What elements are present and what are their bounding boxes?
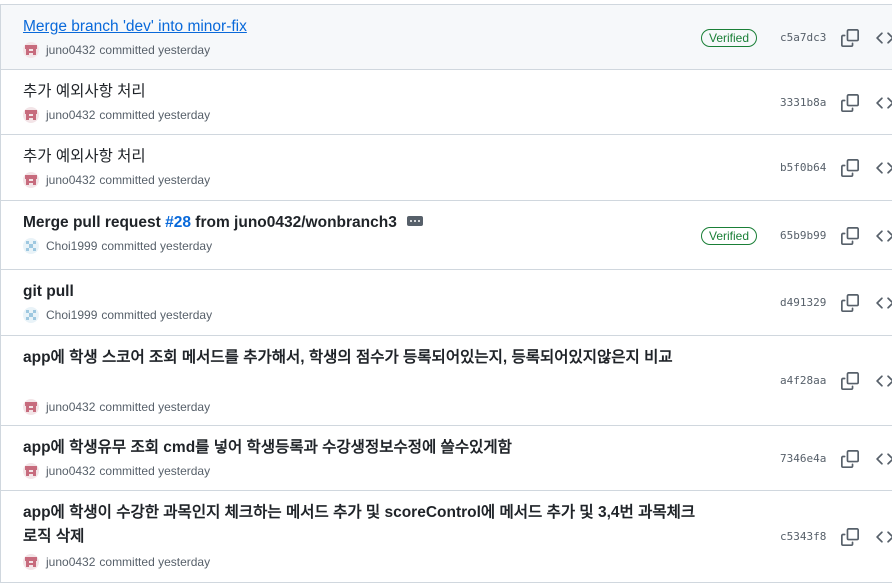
commit-sha-link[interactable]: b5f0b64 (780, 161, 826, 174)
author-name[interactable]: Choi1999 (46, 239, 97, 253)
commit-sha-link[interactable]: c5a7dc3 (780, 31, 826, 44)
avatar[interactable] (23, 172, 39, 188)
commit-meta: juno0432 committed yesterday (23, 42, 210, 58)
ellipsis-icon[interactable] (406, 215, 423, 226)
commit-meta: juno0432 committed yesterday (23, 463, 210, 479)
commit-title-text[interactable]: app에 학생이 수강한 과목인지 체크하는 메서드 추가 및 scoreCon… (23, 504, 695, 545)
avatar[interactable] (23, 238, 39, 254)
commit-title-text[interactable]: app에 학생유무 조회 cmd를 넣어 학생등록과 수강생정보수정에 쓸수있게… (23, 439, 512, 456)
commit-sha-link[interactable]: c5343f8 (780, 530, 826, 543)
copy-icon[interactable] (841, 528, 859, 546)
commit-meta: juno0432 committed yesterday (23, 172, 210, 188)
commit-row: git pull Choi1999 committed yesterday d4913… (1, 270, 892, 336)
avatar[interactable] (23, 399, 39, 415)
author-name[interactable]: juno0432 (46, 173, 95, 187)
commit-time: committed yesterday (101, 239, 213, 253)
commit-row: app에 학생유무 조회 cmd를 넣어 학생등록과 수강생정보수정에 쓸수있게… (1, 426, 892, 491)
commit-meta: juno0432 committed yesterday (23, 554, 210, 570)
author-name[interactable]: juno0432 (46, 108, 95, 122)
avatar[interactable] (23, 463, 39, 479)
commit-title-text[interactable]: app에 학생 스코어 조회 메서드를 추가해서, 학생의 점수가 등록되어있는… (23, 349, 673, 366)
commit-sha-link[interactable]: 65b9b99 (780, 229, 826, 242)
commit-message: app에 학생유무 조회 cmd를 넣어 학생등록과 수강생정보수정에 쓸수있게… (23, 436, 703, 460)
author-name[interactable]: Choi1999 (46, 308, 97, 322)
code-icon[interactable] (875, 528, 892, 546)
commit-meta: Choi1999 committed yesterday (23, 238, 212, 254)
commit-message: app에 학생 스코어 조회 메서드를 추가해서, 학생의 점수가 등록되어있는… (23, 346, 703, 370)
copy-icon[interactable] (841, 29, 859, 47)
pull-request-link[interactable]: #28 (165, 214, 191, 231)
code-icon[interactable] (875, 450, 892, 468)
commit-list: Merge branch 'dev' into minor-fix juno043… (0, 4, 892, 583)
commit-meta: Choi1999 committed yesterday (23, 307, 212, 323)
commit-message: 추가 예외사항 처리 (23, 145, 703, 169)
commit-message: git pull (23, 280, 703, 304)
commit-title-text[interactable]: Merge pull request (23, 214, 165, 231)
commit-row: 추가 예외사항 처리 juno0432 committed yesterday b5f… (1, 135, 892, 201)
commit-title-text[interactable]: 추가 예외사항 처리 (23, 83, 146, 100)
code-icon[interactable] (875, 94, 892, 112)
commit-row: 추가 예외사항 처리 juno0432 committed yesterday 333… (1, 70, 892, 135)
code-icon[interactable] (875, 227, 892, 245)
commit-sha-link[interactable]: 7346e4a (780, 452, 826, 465)
copy-icon[interactable] (841, 450, 859, 468)
commit-time: committed yesterday (99, 400, 211, 414)
avatar[interactable] (23, 554, 39, 570)
code-icon[interactable] (875, 159, 892, 177)
commit-row: Merge branch 'dev' into minor-fix juno043… (1, 5, 892, 70)
commit-time: committed yesterday (101, 308, 213, 322)
commit-sha-link[interactable]: a4f28aa (780, 374, 826, 387)
copy-icon[interactable] (841, 94, 859, 112)
avatar[interactable] (23, 42, 39, 58)
commit-meta: juno0432 committed yesterday (23, 399, 210, 415)
commit-meta: juno0432 committed yesterday (23, 107, 210, 123)
commit-title-text[interactable]: git pull (23, 283, 74, 300)
commit-time: committed yesterday (99, 464, 211, 478)
code-icon[interactable] (875, 29, 892, 47)
commit-row: app에 학생 스코어 조회 메서드를 추가해서, 학생의 점수가 등록되어있는… (1, 336, 892, 426)
commit-row: Merge pull request #28 from juno0432/won… (1, 201, 892, 270)
avatar[interactable] (23, 307, 39, 323)
verified-badge[interactable]: Verified (701, 29, 758, 47)
commit-time: committed yesterday (99, 108, 211, 122)
commit-time: committed yesterday (99, 43, 211, 57)
copy-icon[interactable] (841, 159, 859, 177)
verified-badge[interactable]: Verified (701, 227, 758, 245)
commit-sha-link[interactable]: 3331b8a (780, 96, 826, 109)
commit-title-text[interactable]: from juno0432/wonbranch3 (191, 214, 397, 231)
code-icon[interactable] (875, 294, 892, 312)
commit-message: Merge branch 'dev' into minor-fix (23, 15, 703, 39)
commit-time: committed yesterday (99, 173, 211, 187)
copy-icon[interactable] (841, 227, 859, 245)
code-icon[interactable] (875, 372, 892, 390)
author-name[interactable]: juno0432 (46, 43, 95, 57)
commit-message: Merge pull request #28 from juno0432/won… (23, 211, 703, 235)
author-name[interactable]: juno0432 (46, 555, 95, 569)
copy-icon[interactable] (841, 294, 859, 312)
commit-message: 추가 예외사항 처리 (23, 80, 703, 104)
copy-icon[interactable] (841, 372, 859, 390)
commit-row: app에 학생이 수강한 과목인지 체크하는 메서드 추가 및 scoreCon… (1, 491, 892, 583)
commit-message: app에 학생이 수강한 과목인지 체크하는 메서드 추가 및 scoreCon… (23, 501, 703, 549)
author-name[interactable]: juno0432 (46, 464, 95, 478)
commit-time: committed yesterday (99, 555, 211, 569)
commit-sha-link[interactable]: d491329 (780, 296, 826, 309)
avatar[interactable] (23, 107, 39, 123)
author-name[interactable]: juno0432 (46, 400, 95, 414)
commit-title-text[interactable]: 추가 예외사항 처리 (23, 148, 146, 165)
commit-title-link[interactable]: Merge branch 'dev' into minor-fix (23, 18, 247, 35)
